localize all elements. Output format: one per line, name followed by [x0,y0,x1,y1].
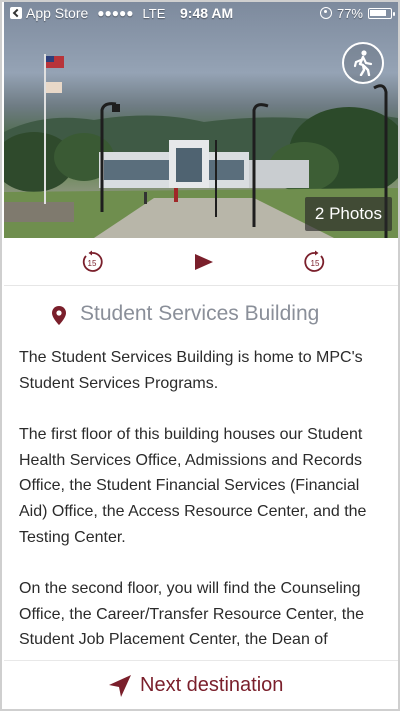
signal-strength-icon: ●●●●● [97,6,134,20]
forward-15-button[interactable]: 15 [303,250,327,274]
rewind-15-button[interactable]: 15 [80,250,104,274]
rewind-seconds-label: 15 [88,259,97,268]
status-right: 77% [319,5,395,21]
walking-directions-button[interactable] [342,42,384,84]
status-bar: App Store ●●●●● LTE 9:48 AM 77% [4,2,398,24]
rewind-15-icon: 15 [82,250,103,272]
photo-count-badge[interactable]: 2 Photos [304,197,392,231]
location-header: Student Services Building [4,300,398,332]
location-pin-icon [52,306,66,325]
forward-15-icon: 15 [304,250,325,272]
location-title: Student Services Building [80,302,320,325]
back-to-app-icon[interactable] [10,7,22,19]
network-type: LTE [142,5,166,21]
audio-player: 15 15 [4,238,398,286]
description-paragraph: The Student Services Building is home to… [19,349,363,392]
battery-icon [368,7,395,19]
location-description[interactable]: The Student Services Building is home to… [19,345,381,658]
rotation-lock-icon [319,7,332,19]
next-destination-label: Next destination [140,674,284,696]
status-time: 9:48 AM [180,5,234,21]
description-paragraph: The first floor of this building houses … [19,425,367,546]
navigation-arrow-icon [109,675,131,697]
app-frame: App Store ●●●●● LTE 9:48 AM 77% 2 Photos… [0,0,400,711]
play-icon [195,254,213,270]
play-button[interactable] [192,250,216,274]
pedestrian-icon [353,50,373,76]
battery-percent: 77% [336,5,363,21]
forward-seconds-label: 15 [311,259,320,268]
carrier-label[interactable]: App Store [26,5,88,21]
next-destination-button[interactable]: Next destination [4,660,398,709]
description-paragraph: On the second floor, you will find the C… [19,579,365,649]
